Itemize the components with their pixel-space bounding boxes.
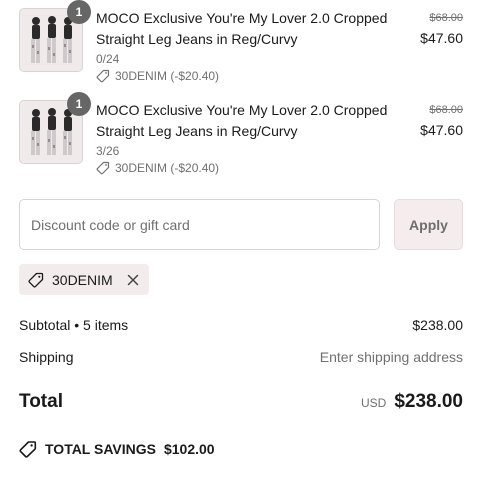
- item-discount: 30DENIM (-$20.40): [96, 161, 219, 175]
- tag-icon: [96, 161, 110, 175]
- original-price: $68.00: [429, 12, 463, 24]
- total-savings: TOTAL SAVINGS $102.00: [19, 440, 215, 458]
- tag-icon: [19, 441, 37, 458]
- discounted-price: $47.60: [420, 122, 463, 138]
- product-variant: 3/26: [96, 144, 120, 158]
- total-savings-amount: $102.00: [163, 441, 215, 457]
- total-row: Total USD $238.00: [19, 391, 463, 413]
- shipping-row: Shipping Enter shipping address: [19, 349, 463, 365]
- discount-form: Apply: [19, 199, 463, 250]
- discount-code-input[interactable]: [19, 199, 380, 250]
- shipping-value: Enter shipping address: [319, 349, 463, 365]
- apply-button[interactable]: Apply: [394, 199, 463, 250]
- applied-discount-code: 30DENIM: [52, 271, 113, 288]
- product-variant: 0/24: [96, 52, 120, 66]
- total-label: Total: [19, 391, 63, 412]
- shipping-label: Shipping: [19, 349, 74, 365]
- subtotal-value: $238.00: [412, 317, 463, 333]
- original-price: $68.00: [429, 104, 463, 116]
- total-amount: $238.00: [394, 391, 463, 412]
- remove-discount-button[interactable]: [127, 274, 139, 286]
- quantity-badge: 1: [67, 92, 91, 116]
- total-savings-label: TOTAL SAVINGS: [45, 441, 156, 457]
- item-discount-text: 30DENIM (-$20.40): [115, 69, 220, 83]
- line-item: 1 MOCO Exclusive You're My Lover 2.0 Cro…: [19, 92, 463, 184]
- tag-icon: [28, 272, 44, 288]
- applied-discount-tag: 30DENIM: [19, 264, 149, 295]
- product-thumbnail-wrap: 1: [19, 0, 91, 72]
- tag-icon: [96, 69, 110, 83]
- subtotal-label: Subtotal • 5 items: [19, 317, 129, 333]
- total-value-group: USD $238.00: [361, 391, 463, 413]
- product-title: MOCO Exclusive You're My Lover 2.0 Cropp…: [96, 10, 388, 47]
- discounted-price: $47.60: [420, 30, 463, 46]
- line-item: 1 MOCO Exclusive You're My Lover 2.0 Cro…: [19, 0, 463, 92]
- close-icon: [127, 274, 138, 285]
- currency-code: USD: [360, 396, 387, 410]
- item-discount: 30DENIM (-$20.40): [96, 69, 219, 83]
- product-thumbnail-wrap: 1: [19, 92, 91, 164]
- subtotal-row: Subtotal • 5 items $238.00: [19, 317, 463, 333]
- item-discount-text: 30DENIM (-$20.40): [115, 161, 220, 175]
- product-title: MOCO Exclusive You're My Lover 2.0 Cropp…: [96, 102, 388, 139]
- quantity-badge: 1: [67, 0, 91, 24]
